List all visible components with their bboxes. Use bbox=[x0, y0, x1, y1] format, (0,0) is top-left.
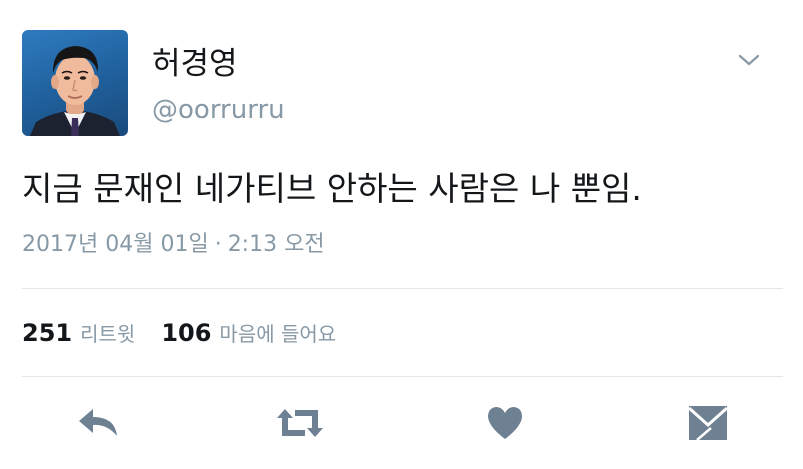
retweet-icon bbox=[273, 406, 327, 444]
reply-icon bbox=[77, 406, 123, 444]
heart-icon bbox=[485, 405, 525, 445]
meta-separator: · bbox=[214, 232, 222, 257]
like-button[interactable] bbox=[481, 404, 529, 446]
chevron-down-icon[interactable] bbox=[734, 48, 764, 72]
username[interactable]: @oorrurru bbox=[152, 93, 285, 127]
tweet-timestamp[interactable]: 2017년 04월 01일 · 2:13 오전 bbox=[22, 229, 325, 261]
retweet-button[interactable] bbox=[276, 404, 324, 446]
avatar[interactable] bbox=[22, 30, 128, 136]
tweet-time: 2:13 오전 bbox=[227, 232, 325, 257]
action-bar bbox=[0, 400, 803, 450]
reply-button[interactable] bbox=[76, 404, 124, 446]
retweet-count[interactable]: 251 bbox=[22, 316, 72, 350]
retweet-label[interactable]: 리트윗 bbox=[80, 317, 135, 351]
display-name[interactable]: 허경영 bbox=[152, 44, 238, 84]
tweet-text: 지금 문재인 네가티브 안하는 사람은 나 뿐임. bbox=[22, 169, 642, 208]
like-count[interactable]: 106 bbox=[161, 316, 211, 350]
divider bbox=[22, 288, 783, 289]
tweet-date: 2017년 04월 01일 bbox=[22, 232, 209, 257]
envelope-icon bbox=[687, 404, 729, 446]
like-label[interactable]: 마음에 들어요 bbox=[219, 317, 336, 351]
divider bbox=[22, 376, 783, 377]
direct-message-button[interactable] bbox=[684, 404, 732, 446]
tweet-stats: 251 리트윗 106 마음에 들어요 bbox=[22, 316, 336, 351]
tweet-card: 허경영 @oorrurru 지금 문재인 네가티브 안하는 사람은 나 뿐임. … bbox=[0, 0, 803, 469]
